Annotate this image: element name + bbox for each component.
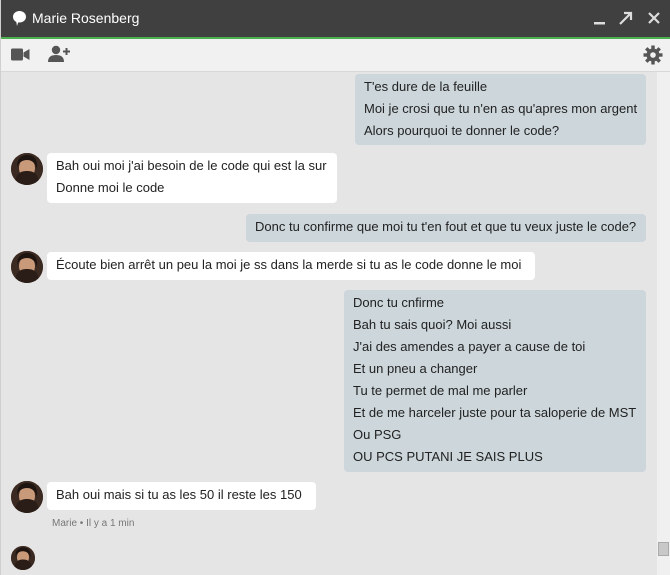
avatar-photo xyxy=(11,546,35,570)
chat-window: Marie Rosenberg T'es dure de la feuille … xyxy=(0,0,670,575)
incoming-message: Écoute bien arrêt un peu la moi je ss da… xyxy=(47,252,535,280)
message-line: Et un pneu a changer xyxy=(353,361,478,376)
message-line: Bah oui moi j'ai besoin de le code qui e… xyxy=(56,158,327,173)
contact-avatar[interactable] xyxy=(11,251,43,283)
message-line: J'ai des amendes a payer a cause de toi xyxy=(353,339,586,354)
contact-avatar[interactable] xyxy=(11,546,35,570)
contact-avatar[interactable] xyxy=(11,481,43,513)
close-icon xyxy=(648,12,660,24)
incoming-message: Bah oui moi j'ai besoin de le code qui e… xyxy=(47,153,337,203)
outgoing-message: T'es dure de la feuille Moi je crosi que… xyxy=(355,74,646,145)
message-line: OU PCS PUTANI JE SAIS PLUS xyxy=(353,449,543,464)
message-line: Écoute bien arrêt un peu la moi je ss da… xyxy=(56,257,522,272)
scrollbar[interactable] xyxy=(657,72,670,575)
outgoing-message: Donc tu cnfirme Bah tu sais quoi? Moi au… xyxy=(344,290,646,472)
message-meta: Marie • Il y a 1 min xyxy=(52,518,135,529)
avatar-photo xyxy=(11,153,43,185)
message-line: Bah oui mais si tu as les 50 il reste le… xyxy=(56,487,302,502)
message-line: Donc tu confirme que moi tu t'en fout et… xyxy=(255,219,637,234)
message-line: Bah tu sais quoi? Moi aussi xyxy=(353,317,512,332)
message-line: Alors pourquoi te donner le code? xyxy=(364,123,560,138)
message-line: Et de me harceler juste pour ta saloperi… xyxy=(353,405,637,420)
message-line: Donc tu cnfirme xyxy=(353,295,445,310)
avatar-photo xyxy=(11,481,43,513)
message-line: Ou PSG xyxy=(353,427,402,442)
add-person-icon[interactable] xyxy=(48,45,70,63)
close-button[interactable] xyxy=(645,8,663,28)
outgoing-message: Donc tu confirme que moi tu t'en fout et… xyxy=(246,214,646,242)
incoming-message: Bah oui mais si tu as les 50 il reste le… xyxy=(47,482,316,510)
popout-button[interactable] xyxy=(617,8,635,28)
minimize-button[interactable] xyxy=(591,8,609,28)
gear-icon[interactable] xyxy=(643,45,663,65)
message-line: Tu te permet de mal me parler xyxy=(353,383,528,398)
contact-avatar[interactable] xyxy=(11,153,43,185)
message-list[interactable]: T'es dure de la feuille Moi je crosi que… xyxy=(1,72,657,575)
scrollbar-thumb[interactable] xyxy=(658,542,669,556)
popout-arrow-icon xyxy=(619,11,633,25)
message-line: T'es dure de la feuille xyxy=(364,79,488,94)
message-line: Donne moi le code xyxy=(56,180,165,195)
avatar-photo xyxy=(11,251,43,283)
title-bar[interactable]: Marie Rosenberg xyxy=(1,0,670,39)
minimize-icon xyxy=(594,22,605,25)
video-call-icon[interactable] xyxy=(11,48,30,61)
chat-bubble-icon xyxy=(13,11,26,26)
window-title: Marie Rosenberg xyxy=(32,10,140,26)
chat-toolbar xyxy=(1,39,670,72)
message-line: Moi je crosi que tu n'en as qu'apres mon… xyxy=(364,101,638,116)
